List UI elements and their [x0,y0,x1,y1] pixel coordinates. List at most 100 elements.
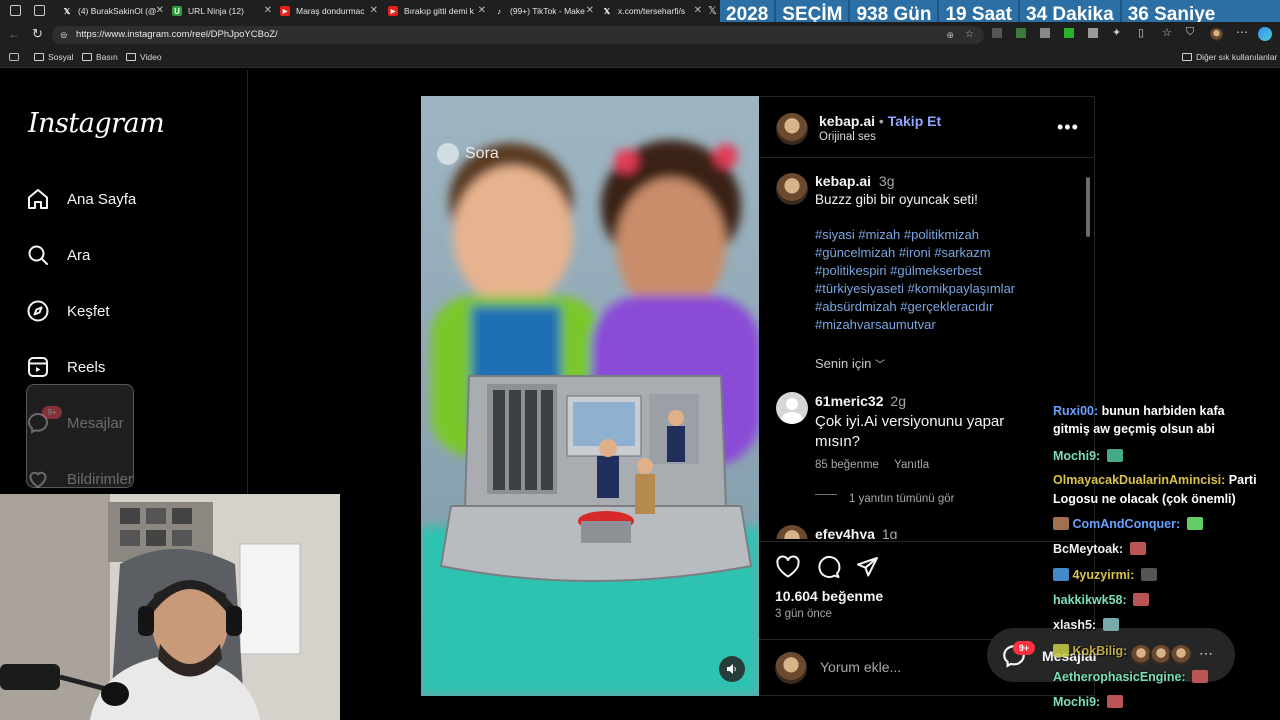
hashtag-line[interactable]: #politikespiri #gülmekserbest [815,262,1015,280]
close-icon[interactable]: ✕ [478,5,486,16]
bookmark-label: Diğer sık kullanılanlar [1196,52,1278,62]
emote-icon [1106,449,1123,462]
chat-username: OlmayacakDualarinAmincisi: [1053,473,1226,487]
hashtag-line[interactable]: #siyasi #mizah #politikmizah [815,226,1015,244]
reel-video[interactable]: Sora [421,96,759,696]
address-bar-row: ← ↻ ⊜ https://www.instagram.com/reel/DPh… [0,22,1280,48]
more-options-icon[interactable]: ••• [1057,117,1079,138]
extensions-puzzle-icon[interactable]: ✦ [1112,26,1121,39]
favorite-star-icon[interactable]: ☆ [965,26,974,44]
like-heart-icon[interactable] [775,555,801,579]
back-icon[interactable]: ← [8,27,20,41]
profile-avatar[interactable] [1210,28,1223,41]
comment-username[interactable]: 61meric32 [815,393,884,409]
mute-button[interactable] [719,656,745,682]
scrollbar-thumb[interactable] [1086,177,1090,237]
emote-icon [1106,695,1123,708]
sidebar-item-explore[interactable]: Keşfet [26,299,110,323]
comment-likes[interactable]: 85 beğenme [815,459,879,471]
more-icon: ⋯ [1199,645,1213,661]
chat-message: xlash5: [1053,618,1119,632]
chat-message: KokBilig: [1053,644,1127,658]
caption-time: 3g [878,173,895,189]
reload-icon[interactable]: ↻ [32,26,43,42]
close-icon[interactable]: ✕ [694,5,702,16]
tab-1[interactable]: U URL Ninja (12) ✕ [168,2,274,20]
reading-list-icon[interactable] [9,53,19,61]
extension-icon[interactable] [992,28,1002,38]
bookmark-folder-sosyal[interactable]: Sosyal [34,52,74,62]
like-count[interactable]: 10.604 beğenme [775,588,883,604]
favorites-icon[interactable]: ☆ [1162,26,1172,39]
sidebar-item-label: Keşfet [67,302,110,320]
x-icon[interactable]: 𝕏 [708,4,717,17]
close-icon[interactable]: ✕ [586,5,594,16]
hashtag-line[interactable]: #türkiyesiyaseti #komikpaylaşımlar [815,280,1015,298]
commenter-avatar[interactable] [776,392,808,424]
bookmark-folder-video[interactable]: Video [126,52,162,62]
view-replies-button[interactable]: 1 yanıtın tümünü gör [849,493,954,505]
comment-bubble-icon[interactable] [815,555,841,579]
comment-username[interactable]: efev4hya [815,526,875,539]
sidebar-item-search[interactable]: Ara [26,243,90,267]
audio-label[interactable]: Orijinal ses [819,131,876,143]
chat-username: Ruxi00: [1053,404,1099,418]
author-avatar[interactable] [776,113,808,145]
other-bookmarks[interactable]: Diğer sık kullanılanlar [1182,52,1277,62]
comment-header: 61meric32 2g [815,393,906,409]
close-icon[interactable]: ✕ [156,5,164,16]
extension-icon[interactable] [1040,28,1050,38]
hashtag-line[interactable]: #absürdmizah #gerçeklеracıdır [815,298,1015,316]
hashtag-line[interactable]: #mizahvarsaumutvar [815,316,1015,334]
tab-5[interactable]: 𝕏 x.com/terseharfi/s ✕ [598,2,704,20]
zoom-icon[interactable]: ⊕ [946,26,954,44]
caption-username[interactable]: kebap.ai [815,173,871,189]
for-you-dropdown[interactable]: Senin için ﹀ [815,356,885,371]
chat-text: gitmiş aw geçmiş olsun abi [1053,422,1215,436]
folder-icon [34,53,44,61]
close-icon[interactable]: ✕ [370,5,378,16]
share-send-icon[interactable] [855,555,881,579]
chat-text: bunun harbiden kafa [1101,404,1225,418]
emote-icon [1102,618,1119,631]
tab-3[interactable]: ▶ Bırakıp gitti demi k ✕ [384,2,488,20]
bookmark-label: Video [140,52,162,62]
author-username[interactable]: kebap.ai [819,113,875,129]
caption-avatar[interactable] [776,173,808,205]
follow-button[interactable]: Takip Et [888,113,941,129]
tab-0[interactable]: 𝕏 (4) BurakSakinOl (@ ✕ [58,2,166,20]
tab-2[interactable]: ▶ Maraş dondurmac ✕ [276,2,380,20]
extension-icon[interactable] [1088,28,1098,38]
site-info-icon[interactable]: ⊜ [60,26,68,44]
chat-message: Mochi9: [1053,449,1123,463]
search-icon [28,245,48,265]
sidebar-item-home[interactable]: Ana Sayfa [26,187,136,211]
youtube-icon: ▶ [388,6,398,16]
split-screen-icon[interactable]: ▯ [1138,26,1144,39]
comment-input[interactable]: Yorum ekle... [820,659,901,675]
comment-actions: 85 beğenme Yanıtla [815,459,929,471]
bookmark-folder-basin[interactable]: Basın [82,52,118,62]
copilot-icon[interactable] [1258,27,1272,41]
chat-username: KokBilig: [1072,644,1128,658]
messages-badge: 9+ [1013,641,1035,655]
extension-icon[interactable] [1016,28,1026,38]
commenter-avatar[interactable] [776,525,808,539]
workspaces-icon[interactable] [10,5,21,16]
chat-message: AetherophasicEngine: [1053,670,1209,684]
more-menu-icon[interactable]: ⋯ [1236,25,1248,39]
youtube-icon: ▶ [280,6,290,16]
home-icon [28,189,48,209]
url-input[interactable]: ⊜ https://www.instagram.com/reel/DPhJpoY… [52,26,984,44]
reply-button[interactable]: Yanıtla [894,459,929,471]
instagram-logo[interactable]: Instagram [28,108,165,139]
tab-4[interactable]: ♪ (99+) TikTok - Make ✕ [490,2,596,20]
stream-overlay-frame [26,384,134,488]
shield-icon[interactable]: ⛉ [1186,26,1194,39]
extension-icon[interactable] [1064,28,1074,38]
tab-actions-icon[interactable] [34,5,45,16]
speaker-icon [727,664,736,674]
hashtag-line[interactable]: #güncelmizah #ironi #sarkazm [815,244,1015,262]
sidebar-item-reels[interactable]: Reels [26,355,105,379]
close-icon[interactable]: ✕ [264,5,272,16]
